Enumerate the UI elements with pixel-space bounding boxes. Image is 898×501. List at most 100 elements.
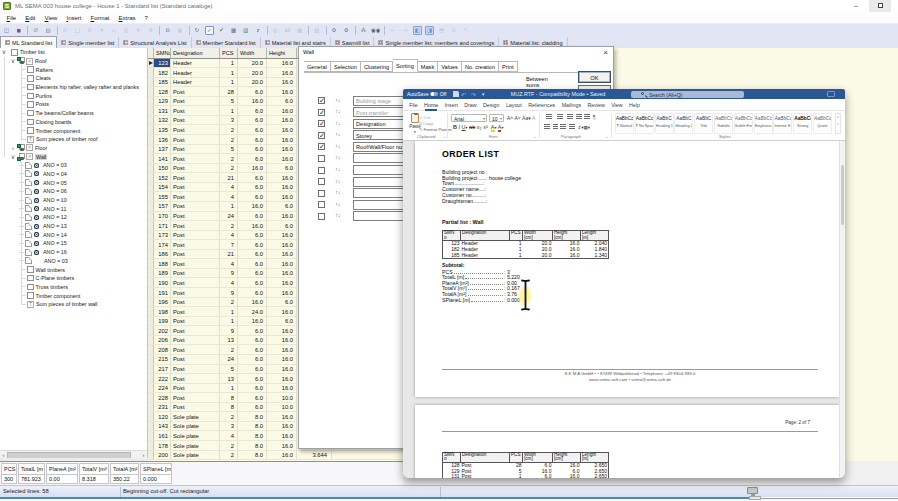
row-selector-cell[interactable]: [148, 345, 154, 354]
print-preview-icon[interactable]: ▤: [44, 26, 53, 35]
tree-item[interactable]: ∨ › Wall: [0, 152, 147, 161]
row-selector-cell[interactable]: [148, 336, 154, 345]
sort-checkbox[interactable]: [318, 155, 325, 162]
table-row[interactable]: 200 Sole plate 2 8.0 16.0 3.644: [148, 451, 403, 461]
row-selector-cell[interactable]: [148, 374, 154, 383]
chevron-right-icon[interactable]: ›: [10, 145, 16, 151]
row-selector-cell[interactable]: [148, 269, 154, 278]
sort-direction-icons[interactable]: ↑↓: [335, 154, 341, 160]
tree-item[interactable]: ∨ › Posts: [0, 100, 147, 109]
row-selector-cell[interactable]: [148, 231, 154, 240]
chevron-down-icon[interactable]: ∨: [1, 49, 7, 55]
ribbon-tab[interactable]: Layout: [503, 99, 525, 111]
row-selector-cell[interactable]: [148, 317, 154, 326]
menu-item[interactable]: Insert: [62, 15, 86, 21]
sort-direction-icons[interactable]: ↑↓: [335, 131, 341, 137]
undo-icon[interactable]: ↶: [461, 91, 466, 98]
ribbon-tab[interactable]: Draw: [461, 99, 480, 111]
tree-checkbox[interactable]: [27, 66, 34, 73]
paragraph-list-buttons[interactable]: ¶: [544, 114, 595, 120]
tree-item[interactable]: ∨ › Tie beams/Collar beams: [0, 109, 147, 118]
delete-icon[interactable]: ✕: [97, 26, 106, 35]
header-width[interactable]: Width: [238, 48, 267, 58]
tree-checkbox[interactable]: [27, 110, 34, 117]
tree-item[interactable]: ∨ › ANO = 06: [0, 187, 147, 196]
dialog-tab[interactable]: General: [304, 61, 331, 72]
style-card[interactable]: AaBbC Title: [694, 113, 713, 134]
sort-direction-icons[interactable]: ↑↓: [335, 143, 341, 149]
ribbon-tab[interactable]: Help: [626, 99, 643, 111]
settings-color-icon[interactable]: ⚙: [330, 26, 339, 35]
ribbon-tab[interactable]: Insert: [441, 99, 461, 111]
redo-icon[interactable]: ↷: [471, 91, 476, 98]
style-card[interactable]: AaBbC Heading 2: [674, 113, 693, 134]
menu-item[interactable]: Edit: [21, 15, 40, 21]
font-icon[interactable]: A: [85, 26, 94, 35]
row-selector-cell[interactable]: [148, 250, 154, 259]
tree-item[interactable]: ∨ › ANO = 04: [0, 170, 147, 179]
header-smno[interactable]: SMNo: [154, 48, 171, 58]
doc-scrollbar-thumb[interactable]: [841, 165, 844, 225]
minimize-button[interactable]: –: [845, 0, 867, 12]
row-selector-cell[interactable]: [148, 106, 154, 115]
sort-checkbox[interactable]: [318, 190, 325, 197]
print-icon[interactable]: ⎚: [31, 26, 40, 35]
next-icon[interactable]: ⇥: [400, 26, 409, 35]
sort-checkbox[interactable]: ✓: [318, 109, 325, 116]
tree-item[interactable]: ∨ › ANO = 03: [0, 257, 147, 266]
tree-item[interactable]: ∨ › ANO = 03: [0, 161, 147, 170]
row-selector-cell[interactable]: [148, 451, 154, 460]
style-card[interactable]: AaBbCcD Subtitle: [714, 113, 733, 134]
tree-checkbox[interactable]: [27, 75, 34, 82]
row-selector-cell[interactable]: [148, 97, 154, 106]
row-selector-cell[interactable]: [148, 221, 154, 230]
tree-item[interactable]: ∨ › Timber component: [0, 291, 147, 300]
print-all-icon[interactable]: ⎚: [61, 26, 70, 35]
copy-button[interactable]: ⧉Copy: [419, 121, 433, 126]
row-selector-cell[interactable]: [148, 125, 154, 134]
tree-checkbox[interactable]: [27, 292, 34, 299]
style-card[interactable]: AaBbCcDd Quote: [813, 113, 832, 134]
table-columns-icon[interactable]: ▥: [241, 26, 250, 35]
autosave-toggle[interactable]: [430, 92, 438, 97]
tree-checkbox[interactable]: [27, 127, 34, 134]
row-selector-cell[interactable]: [148, 422, 154, 431]
font-size-select[interactable]: 10▾: [489, 114, 504, 122]
tree-item[interactable]: ∨ › Closing boards: [0, 118, 147, 127]
tree-checkbox[interactable]: [27, 101, 34, 108]
style-card[interactable]: AaBbCcDd ¶ Normal: [615, 113, 634, 134]
dialog-tab[interactable]: Clustering: [361, 61, 393, 72]
dialog-tab[interactable]: Sorting: [393, 59, 418, 72]
open-file-icon[interactable]: ◰: [2, 26, 11, 35]
tree-item[interactable]: ∨ › Floor: [0, 144, 147, 153]
style-card[interactable]: AaBbCcDd ¶ No Spac...: [635, 113, 654, 134]
row-selector-cell[interactable]: [148, 78, 154, 87]
tree-horizontal-scrollbar[interactable]: ‹ ›: [0, 450, 147, 458]
pane-left-icon[interactable]: ◧: [413, 26, 422, 35]
row-selector-cell[interactable]: [148, 403, 154, 412]
tree-item[interactable]: ∨ › Purlins: [0, 91, 147, 100]
row-selector-cell[interactable]: [148, 135, 154, 144]
list-check-icon[interactable]: ✓: [205, 26, 214, 35]
sort-checkbox[interactable]: ✓: [318, 120, 325, 127]
grid-icon[interactable]: ▦: [295, 26, 304, 35]
style-card[interactable]: AaBbCcDd Subtle Em...: [734, 113, 753, 134]
sort-direction-icons[interactable]: ↑↓: [335, 120, 341, 126]
tree-item[interactable]: ∨ › ANO = 10: [0, 196, 147, 205]
sort-direction-icons[interactable]: ↑↓: [335, 166, 341, 172]
dialog-tab[interactable]: Values: [438, 61, 462, 72]
row-selector-cell[interactable]: [148, 412, 154, 421]
update-people-icon[interactable]: ⁂: [359, 26, 368, 35]
tree-item[interactable]: ∨ › Roof: [0, 57, 147, 66]
zoom-icon[interactable]: ◎: [122, 26, 131, 35]
menu-item[interactable]: View: [40, 15, 62, 21]
menu-item[interactable]: Format: [86, 15, 114, 21]
row-selector-cell[interactable]: [148, 87, 154, 96]
tree-checkbox[interactable]: [27, 84, 34, 91]
tree-item[interactable]: ∨ › C-Plane timbers: [0, 274, 147, 283]
zoom-text-icon[interactable]: ab: [283, 26, 292, 35]
dialog-tab[interactable]: No. creation: [462, 61, 499, 72]
save-icon[interactable]: ◼: [14, 26, 23, 35]
page-icon[interactable]: ▤: [312, 26, 321, 35]
autosave-control[interactable]: AutoSave Off: [407, 91, 446, 97]
